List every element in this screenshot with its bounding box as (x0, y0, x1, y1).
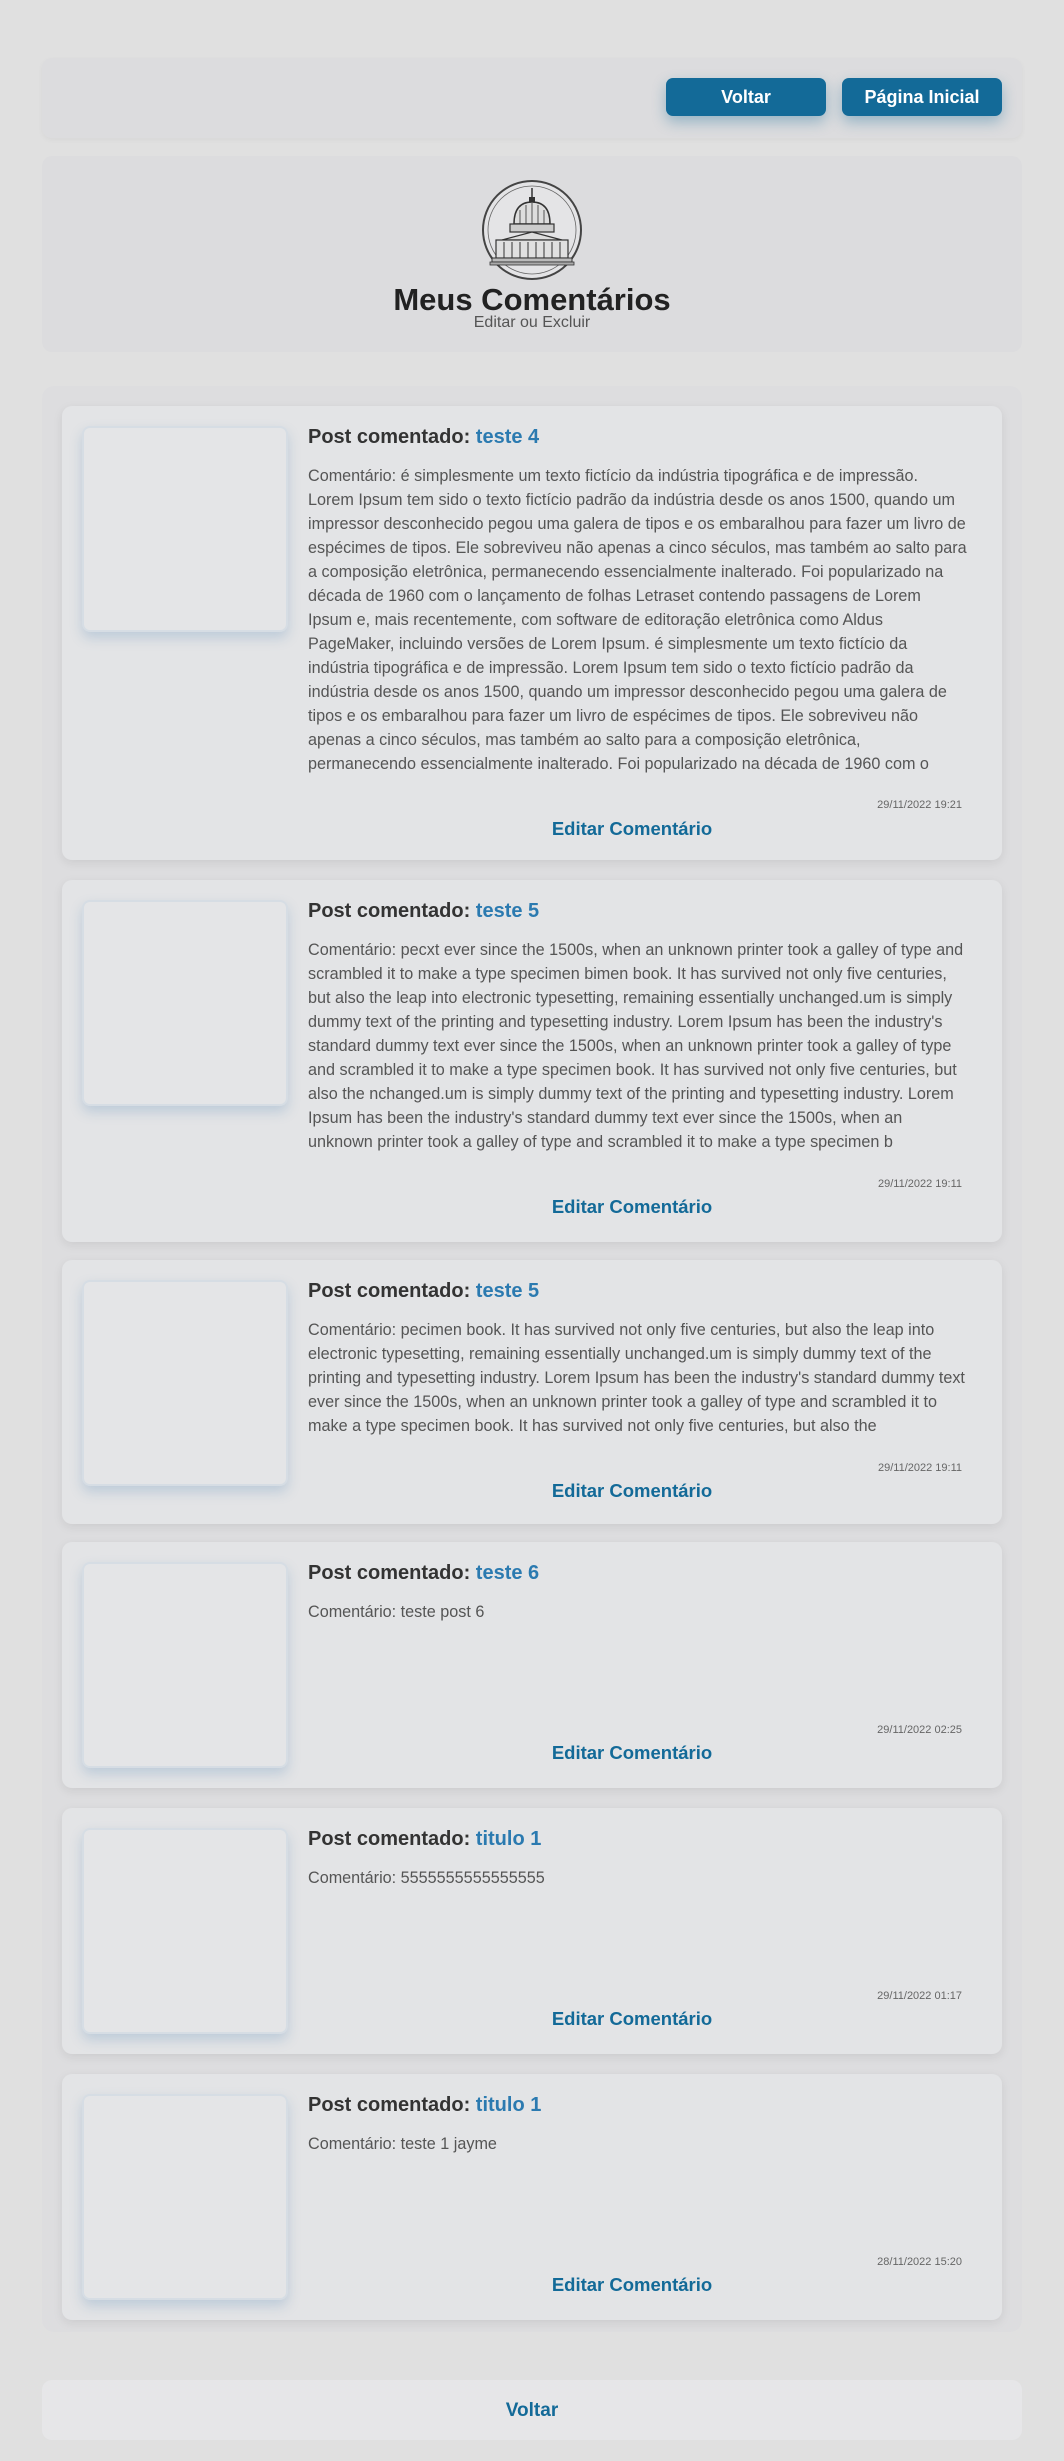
edit-comment-button[interactable]: Editar Comentário (262, 1196, 1002, 1218)
post-heading: Post comentado: teste 5 (308, 1280, 539, 1303)
comment-card: Post comentado: teste 6 Comentário: test… (62, 1542, 1002, 1788)
post-label: Post comentado: (308, 1828, 476, 1850)
post-thumbnail (82, 1828, 288, 2034)
post-label: Post comentado: (308, 426, 476, 448)
post-thumbnail (82, 1280, 288, 1486)
back-button[interactable]: Voltar (666, 78, 826, 116)
comment-text: Comentário: 5555555555555555 (308, 1869, 545, 1887)
post-link[interactable]: teste 4 (476, 426, 539, 448)
comment-date: 29/11/2022 01:17 (877, 1990, 962, 2002)
post-label: Post comentado: (308, 900, 476, 922)
bottom-nav: Voltar (42, 2380, 1022, 2440)
post-thumbnail (82, 900, 288, 1106)
post-thumbnail (82, 2094, 288, 2300)
edit-comment-button[interactable]: Editar Comentário (262, 2274, 1002, 2296)
comment-card: Post comentado: teste 4 Comentário: é si… (62, 406, 1002, 860)
post-link[interactable]: teste 6 (476, 1562, 539, 1584)
comment-text: Comentário: teste 1 jayme (308, 2135, 497, 2153)
edit-comment-button[interactable]: Editar Comentário (262, 1742, 1002, 1764)
post-heading: Post comentado: teste 6 (308, 1562, 539, 1585)
page-header: Meus Comentários Editar ou Excluir (42, 156, 1022, 352)
page-subtitle: Editar ou Excluir (473, 314, 591, 331)
post-link[interactable]: titulo 1 (476, 1828, 542, 1850)
post-heading: Post comentado: teste 5 (308, 900, 539, 923)
comment-date: 28/11/2022 15:20 (877, 2256, 962, 2268)
post-thumbnail (82, 1562, 288, 1768)
post-link[interactable]: titulo 1 (476, 2094, 542, 2116)
post-link[interactable]: teste 5 (476, 1280, 539, 1302)
comment-date: 29/11/2022 19:11 (877, 1178, 962, 1190)
comment-card: Post comentado: titulo 1 Comentário: 555… (62, 1808, 1002, 2054)
post-thumbnail (82, 426, 288, 632)
comment-card: Post comentado: titulo 1 Comentário: tes… (62, 2074, 1002, 2320)
comment-date: 29/11/2022 02:25 (877, 1724, 962, 1736)
page: Voltar Página Inicial Meus Comentários E… (0, 0, 1064, 2461)
page-title: Meus Comentários (393, 282, 671, 317)
post-label: Post comentado: (308, 1562, 476, 1584)
back-link[interactable]: Voltar (506, 2400, 558, 2422)
comment-list: Post comentado: teste 4 Comentário: é si… (42, 386, 1022, 2332)
top-nav: Voltar Página Inicial (42, 58, 1022, 138)
post-link[interactable]: teste 5 (476, 900, 539, 922)
comment-date: 29/11/2022 19:11 (877, 1462, 962, 1474)
comment-card: Post comentado: teste 5 Comentário: peci… (62, 1260, 1002, 1524)
comment-date: 29/11/2022 19:21 (877, 799, 962, 811)
capitol-building-icon (482, 180, 582, 280)
comment-text: Comentário: é simplesmente um texto fict… (308, 467, 967, 773)
post-label: Post comentado: (308, 1280, 476, 1302)
post-heading: Post comentado: titulo 1 (308, 1828, 541, 1851)
comment-text: Comentário: pecimen book. It has survive… (308, 1321, 965, 1435)
comment-card: Post comentado: teste 5 Comentário: pecx… (62, 880, 1002, 1242)
comment-text: Comentário: pecxt ever since the 1500s, … (308, 941, 964, 1151)
comment-text: Comentário: teste post 6 (308, 1603, 485, 1621)
edit-comment-button[interactable]: Editar Comentário (262, 1480, 1002, 1502)
edit-comment-button[interactable]: Editar Comentário (262, 818, 1002, 840)
post-heading: Post comentado: teste 4 (308, 426, 539, 449)
post-label: Post comentado: (308, 2094, 476, 2116)
edit-comment-button[interactable]: Editar Comentário (262, 2008, 1002, 2030)
post-heading: Post comentado: titulo 1 (308, 2094, 541, 2117)
home-button[interactable]: Página Inicial (842, 78, 1002, 116)
